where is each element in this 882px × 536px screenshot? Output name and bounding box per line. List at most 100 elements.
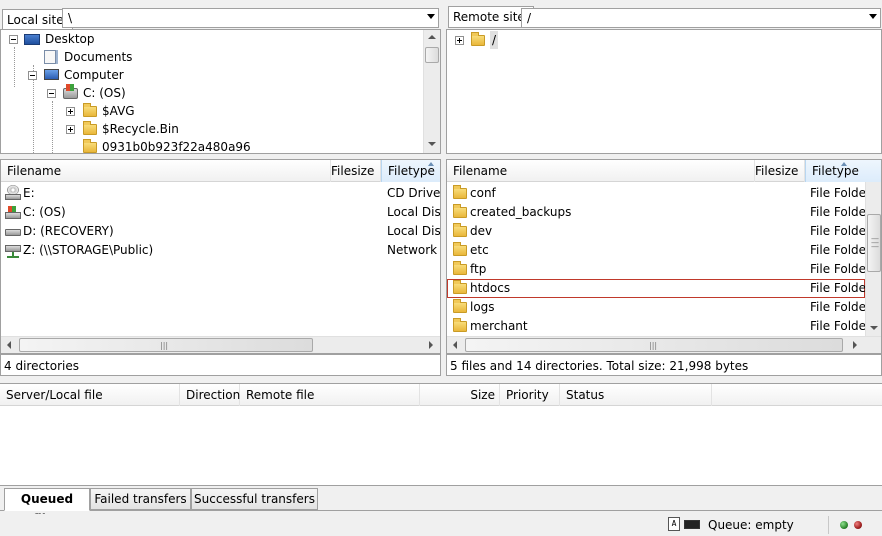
- remote-file-row[interactable]: etc File Folder: [447, 241, 865, 260]
- remote-file-list[interactable]: Filename Filesize Filetype conf File Fol…: [446, 159, 882, 354]
- column-filename[interactable]: Filename: [447, 160, 755, 182]
- local-file-row[interactable]: Z: (\\STORAGE\Public) Network D: [1, 241, 440, 260]
- expand-icon[interactable]: [66, 107, 75, 116]
- queue-header: Server/Local file Direction Remote file …: [0, 384, 882, 406]
- local-file-row[interactable]: C: (OS) Local Disk: [1, 203, 440, 222]
- local-file-row[interactable]: D: (RECOVERY) Local Disk: [1, 222, 441, 241]
- local-file-list[interactable]: Filename Filesize Filetype E: CD Drive C…: [0, 159, 441, 354]
- tab-label: Failed transfers: [94, 492, 187, 506]
- tree-item-label: 0931b0b923f22a480a96: [102, 140, 251, 154]
- scroll-thumb[interactable]: [425, 47, 439, 63]
- scroll-left-icon[interactable]: [7, 341, 11, 349]
- remote-directory-tree[interactable]: /: [446, 29, 882, 154]
- expand-icon[interactable]: [66, 125, 75, 134]
- file-name: conf: [470, 186, 496, 200]
- tree-item-label: C: (OS): [83, 86, 126, 100]
- remote-file-row[interactable]: logs File Folder: [447, 298, 865, 317]
- local-status: 4 directories: [0, 354, 441, 376]
- remote-file-row[interactable]: created_backups File Folder: [447, 203, 865, 222]
- remote-file-row[interactable]: conf File Folder: [447, 184, 865, 203]
- column-status[interactable]: Status: [560, 384, 712, 406]
- sort-ascending-icon: [428, 162, 434, 166]
- file-name: E:: [23, 186, 35, 200]
- remote-site-path: /: [527, 11, 532, 25]
- folder-icon: [453, 242, 467, 256]
- chevron-down-icon[interactable]: [427, 14, 435, 19]
- statusbar: A Queue: empty: [0, 514, 882, 536]
- folder-icon: [83, 139, 97, 153]
- scroll-right-icon[interactable]: [429, 341, 433, 349]
- column-filesize[interactable]: Filesize: [331, 160, 381, 182]
- folder-icon: [83, 103, 97, 117]
- scroll-thumb[interactable]: |||: [465, 338, 843, 352]
- scroll-down-icon[interactable]: [428, 142, 436, 146]
- file-type: File Folder: [810, 243, 865, 257]
- computer-icon: [44, 69, 59, 80]
- file-name: dev: [470, 224, 493, 238]
- cd-drive-icon: [5, 185, 21, 201]
- scroll-right-icon[interactable]: [853, 341, 857, 349]
- file-type: File Folder: [810, 319, 865, 333]
- scroll-left-icon[interactable]: [453, 341, 457, 349]
- remote-file-row[interactable]: ftp File Folder: [447, 260, 865, 279]
- local-site-path: \: [68, 11, 73, 25]
- file-type: File Folder: [810, 262, 865, 276]
- collapse-icon[interactable]: [47, 89, 56, 98]
- local-file-row[interactable]: E: CD Drive: [1, 184, 440, 203]
- tab-label: Successful transfers: [194, 492, 315, 506]
- expand-icon[interactable]: [455, 36, 464, 45]
- folder-icon: [453, 204, 467, 218]
- column-filename[interactable]: Filename: [1, 160, 331, 182]
- remote-status: 5 files and 14 directories. Total size: …: [446, 354, 882, 376]
- remote-status-text: 5 files and 14 directories. Total size: …: [450, 359, 749, 373]
- file-type: File Folder: [810, 205, 865, 219]
- scroll-up-icon[interactable]: [428, 35, 436, 39]
- column-remote-file[interactable]: Remote file: [240, 384, 420, 406]
- local-site-path-combo[interactable]: \: [62, 8, 439, 28]
- tree-item-label: /: [490, 31, 499, 49]
- tab-queued-files[interactable]: Queued files: [4, 488, 90, 526]
- scroll-down-icon[interactable]: [870, 326, 878, 330]
- column-size[interactable]: Size: [420, 384, 500, 406]
- collapse-icon[interactable]: [9, 35, 18, 44]
- folder-icon: [453, 318, 467, 332]
- chevron-down-icon[interactable]: [869, 14, 877, 19]
- remote-file-list-vscrollbar[interactable]: — — —: [865, 182, 881, 336]
- remote-file-row[interactable]: dev File Folder: [447, 222, 865, 241]
- collapse-icon[interactable]: [28, 71, 37, 80]
- remote-site-path-combo[interactable]: /: [521, 8, 881, 28]
- file-name: etc: [470, 243, 489, 257]
- tree-item-label: Computer: [64, 68, 124, 82]
- sort-ascending-icon: [841, 162, 847, 166]
- local-file-list-hscrollbar[interactable]: |||: [1, 336, 440, 353]
- column-priority[interactable]: Priority: [500, 384, 560, 406]
- column-server-local-file[interactable]: Server/Local file: [0, 384, 180, 406]
- tab-successful-transfers[interactable]: Successful transfers: [191, 488, 318, 510]
- activity-led-red-icon: [854, 521, 862, 529]
- folder-icon: [453, 299, 467, 313]
- tree-item-label: Documents: [64, 50, 133, 64]
- tab-failed-transfers[interactable]: Failed transfers: [90, 488, 191, 510]
- file-name: htdocs: [470, 281, 511, 295]
- remote-file-list-header: Filename Filesize Filetype: [447, 160, 881, 182]
- file-name: C: (OS): [23, 205, 66, 219]
- remote-file-list-hscrollbar[interactable]: |||: [447, 336, 881, 353]
- tree-item-label: $AVG: [102, 104, 135, 118]
- local-file-list-header: Filename Filesize Filetype: [1, 160, 440, 182]
- local-tree-scrollbar[interactable]: [423, 30, 440, 153]
- scroll-thumb[interactable]: |||: [19, 338, 313, 352]
- column-filesize[interactable]: Filesize: [755, 160, 805, 182]
- transfer-queue[interactable]: Server/Local file Direction Remote file …: [0, 383, 882, 486]
- file-type: Local Disk: [387, 224, 441, 238]
- binary-mode-icon: A: [668, 517, 680, 531]
- local-directory-tree[interactable]: Desktop Documents Computer C: (OS) $AVG …: [0, 29, 441, 154]
- file-name: created_backups: [470, 205, 572, 219]
- column-direction[interactable]: Direction: [180, 384, 240, 406]
- queue-status: Queue: empty: [708, 518, 794, 532]
- remote-file-row[interactable]: merchant File Folder: [447, 317, 865, 336]
- remote-file-row-selected[interactable]: htdocs File Folder: [447, 279, 865, 298]
- desktop-icon: [24, 34, 40, 45]
- network-drive-icon: [5, 243, 21, 259]
- file-name: Z: (\\STORAGE\Public): [23, 243, 154, 257]
- scroll-thumb[interactable]: — — —: [867, 214, 881, 272]
